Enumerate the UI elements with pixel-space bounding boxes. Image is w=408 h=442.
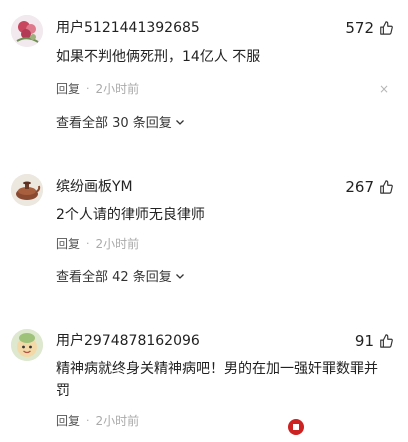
comment-list: 用户5121441392685 572 如果不判他俩死刑，14亿人 不服 回复 … <box>0 0 408 442</box>
like-count: 267 <box>345 178 374 196</box>
thumbs-up-icon <box>379 334 393 348</box>
comment-text: 如果不判他俩死刑，14亿人 不服 <box>56 49 261 65</box>
like-button[interactable]: 91 <box>355 332 393 350</box>
separator-dot: · <box>86 237 90 250</box>
comment-meta: 回复 · 2小时前 <box>56 81 139 97</box>
comment-text: 精神病就终身关精神病吧！男的在加一强奸罪数罪并罚 <box>56 361 378 399</box>
view-replies-label: 查看全部 42 条回复 <box>56 270 172 285</box>
view-replies-link[interactable]: 查看全部 30 条回复 <box>56 115 185 133</box>
like-button[interactable]: 572 <box>345 19 393 37</box>
avatar[interactable] <box>11 15 43 47</box>
toutiao-logo-icon <box>288 418 305 435</box>
watermark-text: 头条 @西窗老太 <box>308 420 396 434</box>
timestamp: 2小时前 <box>95 82 140 96</box>
thumbs-up-icon <box>379 21 393 35</box>
comment-meta: 回复 · 2小时前 <box>56 236 139 252</box>
thumbs-up-icon <box>379 180 393 194</box>
reply-button[interactable]: 回复 <box>56 236 80 252</box>
avatar[interactable] <box>11 329 43 361</box>
username[interactable]: 用户5121441392685 <box>56 19 200 37</box>
like-count: 91 <box>354 332 374 350</box>
reply-button[interactable]: 回复 <box>56 81 80 97</box>
chevron-down-icon <box>175 115 185 133</box>
view-replies-label: 查看全部 30 条回复 <box>56 116 172 131</box>
chevron-down-icon <box>175 269 185 287</box>
like-count: 572 <box>345 19 374 37</box>
separator-dot: · <box>86 82 90 95</box>
like-button[interactable]: 267 <box>345 178 393 196</box>
separator-dot: · <box>86 414 90 427</box>
username[interactable]: 用户2974878162096 <box>56 332 200 350</box>
timestamp: 2小时前 <box>95 237 140 251</box>
watermark: 头条 @西窗老太 <box>288 418 396 435</box>
close-icon[interactable]: × <box>379 81 389 97</box>
comment-text: 2个人请的律师无良律师 <box>56 207 205 223</box>
comment-meta: 回复 · 2小时前 <box>56 413 139 429</box>
username[interactable]: 缤纷画板YM <box>56 178 133 196</box>
timestamp: 2小时前 <box>95 414 140 428</box>
reply-button[interactable]: 回复 <box>56 413 80 429</box>
avatar[interactable] <box>11 174 43 206</box>
view-replies-link[interactable]: 查看全部 42 条回复 <box>56 269 185 287</box>
